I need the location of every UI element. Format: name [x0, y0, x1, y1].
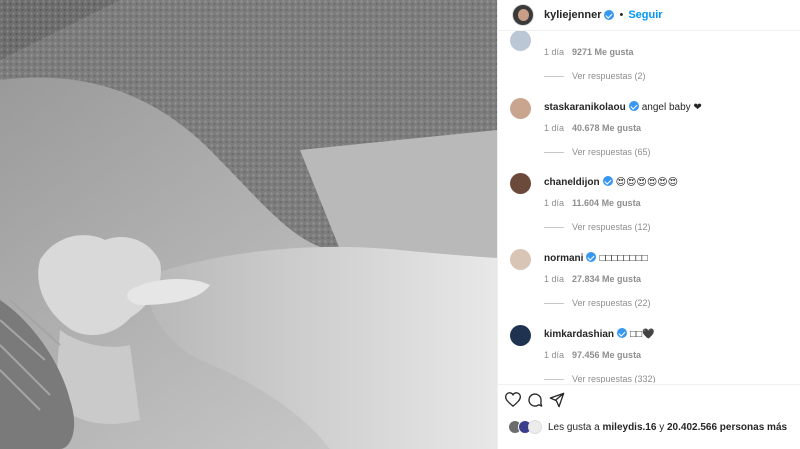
- comment-likes[interactable]: 9271 Me gusta: [572, 47, 634, 57]
- replies-divider: [544, 378, 564, 380]
- comment-time[interactable]: 1 día: [544, 123, 564, 133]
- comment-time[interactable]: 1 día: [544, 350, 564, 360]
- view-replies-label[interactable]: Ver respuestas (332): [572, 374, 656, 383]
- comment-text: angel baby ❤: [641, 102, 702, 113]
- comment-username[interactable]: kimkardashian: [544, 329, 614, 340]
- comment-avatar[interactable]: [510, 325, 531, 346]
- comment-likes[interactable]: 27.834 Me gusta: [572, 274, 641, 284]
- replies-divider: [544, 302, 564, 304]
- share-icon[interactable]: [548, 391, 566, 409]
- liker-avatars[interactable]: [508, 420, 542, 434]
- view-replies-label[interactable]: Ver respuestas (12): [572, 222, 651, 232]
- comment-meta: 1 día 40.678 Me gusta: [544, 123, 641, 133]
- likes-middle: y: [659, 421, 665, 433]
- header-username[interactable]: kyliejenner: [544, 9, 601, 21]
- comment-meta: 1 día 9271 Me gusta: [544, 47, 634, 57]
- comment-avatar[interactable]: [510, 98, 531, 119]
- replies-divider: [544, 75, 564, 77]
- heart-icon[interactable]: [504, 391, 522, 409]
- post-actions: [498, 384, 800, 414]
- comment-text: 😍😍😍😍😍😍: [615, 177, 679, 188]
- comment-text: □□🖤: [630, 329, 655, 340]
- comment-meta: 1 día 27.834 Me gusta: [544, 274, 641, 284]
- comment-text-line: kimkardashian □□🖤: [544, 328, 655, 340]
- comment-text-line: staskaranikolaou angel baby ❤: [544, 101, 702, 113]
- comment-text-line: chaneldijon 😍😍😍😍😍😍: [544, 176, 678, 188]
- view-replies-label[interactable]: Ver respuestas (22): [572, 298, 651, 308]
- replies-divider: [544, 151, 564, 153]
- comment-text-line: normani □□□□□□□□: [544, 252, 648, 264]
- view-replies-button[interactable]: Ver respuestas (2): [544, 71, 646, 81]
- view-replies-button[interactable]: Ver respuestas (332): [544, 374, 656, 383]
- comment-username[interactable]: chaneldijon: [544, 177, 600, 188]
- comment-username[interactable]: staskaranikolaou: [544, 102, 626, 113]
- comment-text: □□□□□□□□: [599, 253, 648, 264]
- comment-likes[interactable]: 11.604 Me gusta: [572, 198, 641, 208]
- verified-icon: [628, 101, 639, 111]
- view-replies-label[interactable]: Ver respuestas (2): [572, 71, 646, 81]
- comment-avatar[interactable]: [510, 249, 531, 270]
- likes-summary: Les gusta a mileydis.16 y 20.402.566 per…: [508, 420, 787, 434]
- liker-username[interactable]: mileydis.16: [603, 422, 657, 433]
- comment-time[interactable]: 1 día: [544, 47, 564, 57]
- follow-button[interactable]: Seguir: [628, 9, 662, 21]
- comment-likes[interactable]: 97.456 Me gusta: [572, 350, 641, 360]
- comment-time[interactable]: 1 día: [544, 198, 564, 208]
- separator-dot: •: [619, 9, 624, 21]
- post-photo: [0, 0, 497, 449]
- comment-meta: 1 día 11.604 Me gusta: [544, 198, 641, 208]
- comment-meta: 1 día 97.456 Me gusta: [544, 350, 641, 360]
- verified-icon: [617, 328, 628, 338]
- likes-count-link[interactable]: 20.402.566 personas más: [667, 422, 787, 433]
- verified-icon: [604, 10, 615, 20]
- comment-avatar[interactable]: [510, 31, 531, 51]
- verified-icon: [602, 176, 613, 186]
- comments-list[interactable]: 1 día 9271 Me gusta Ver respuestas (2) st…: [498, 31, 800, 383]
- post-panel: kyliejenner • Seguir 1 día 9271 Me gusta …: [497, 0, 800, 449]
- replies-divider: [544, 226, 564, 228]
- view-replies-button[interactable]: Ver respuestas (22): [544, 298, 651, 308]
- verified-icon: [586, 252, 597, 262]
- avatar: [528, 420, 542, 434]
- avatar[interactable]: [512, 4, 534, 26]
- comment-avatar[interactable]: [510, 173, 531, 194]
- view-replies-label[interactable]: Ver respuestas (65): [572, 147, 651, 157]
- comment-username[interactable]: normani: [544, 253, 583, 264]
- view-replies-button[interactable]: Ver respuestas (12): [544, 222, 651, 232]
- view-replies-button[interactable]: Ver respuestas (65): [544, 147, 651, 157]
- comment-likes[interactable]: 40.678 Me gusta: [572, 123, 641, 133]
- likes-prefix: Les gusta a: [548, 421, 600, 433]
- post-header: kyliejenner • Seguir: [498, 0, 800, 31]
- comment-icon[interactable]: [526, 391, 544, 409]
- comment-time[interactable]: 1 día: [544, 274, 564, 284]
